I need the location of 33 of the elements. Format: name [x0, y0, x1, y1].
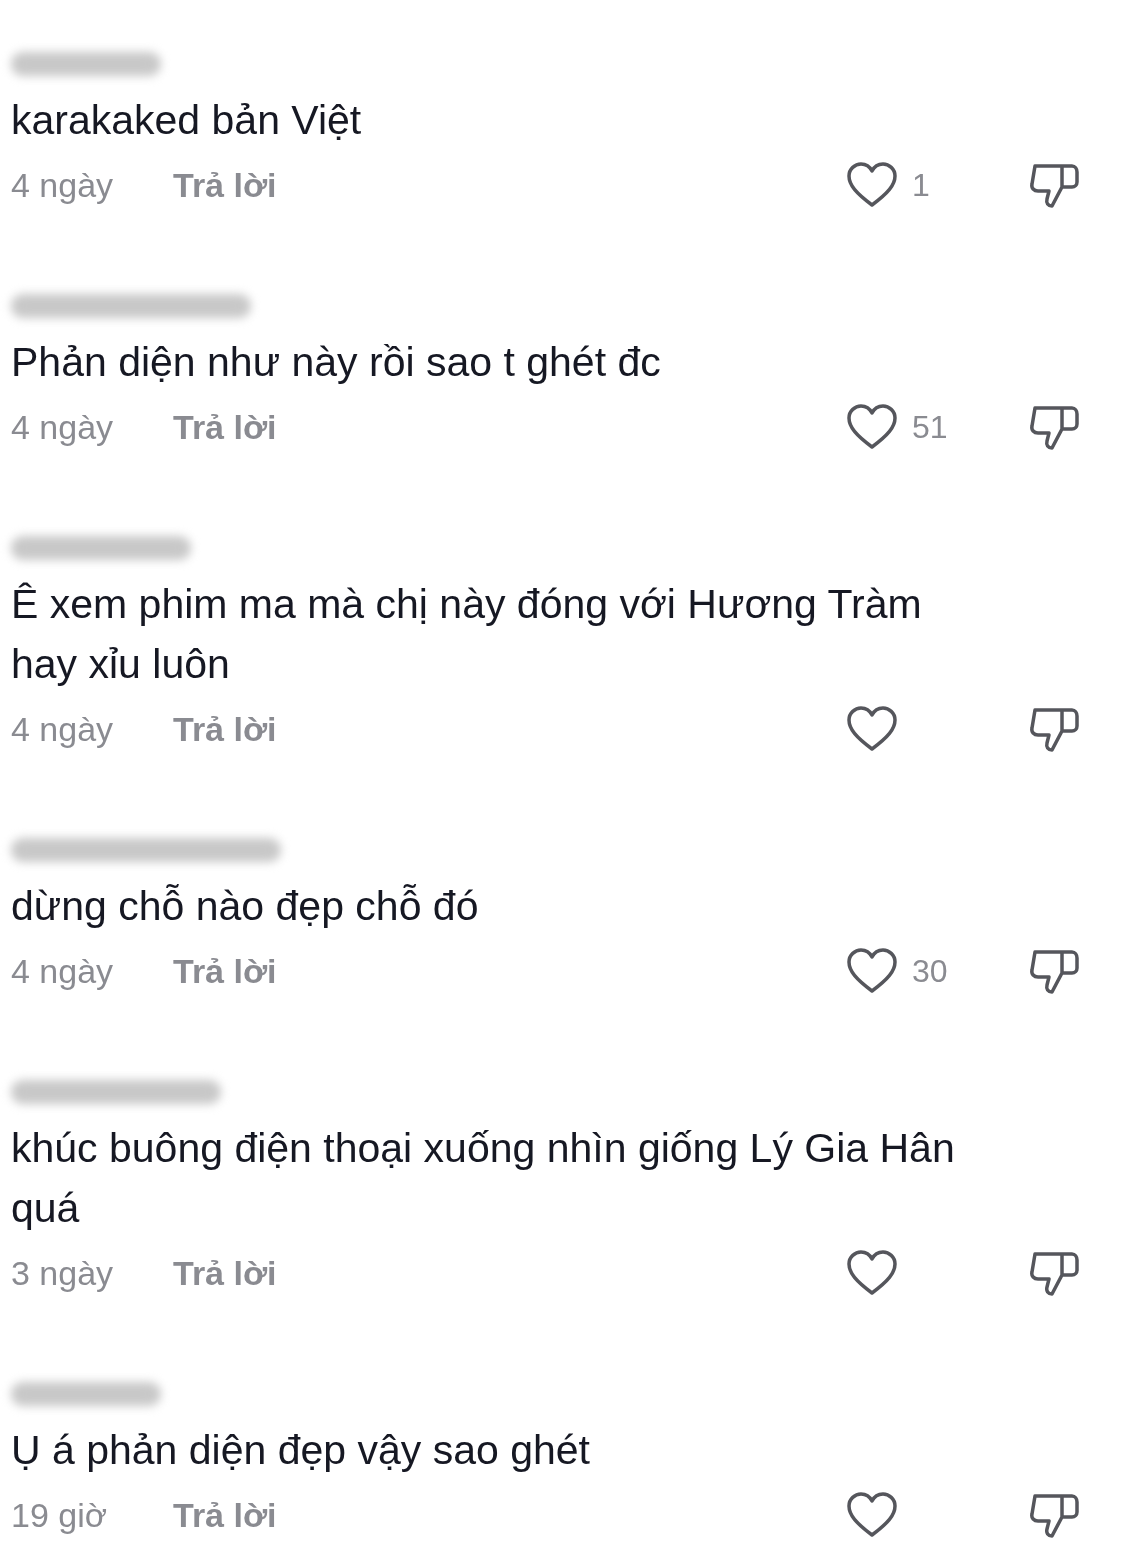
comment-text: Phản diện như này rồi sao t ghét đc — [11, 338, 662, 387]
heart-icon[interactable] — [846, 1249, 898, 1297]
thumbs-down-icon[interactable] — [1028, 1249, 1080, 1297]
heart-icon[interactable] — [846, 947, 898, 995]
thumbs-down-icon[interactable] — [1028, 161, 1080, 209]
heart-icon[interactable] — [846, 161, 898, 209]
comment-time: 19 giờ — [11, 1494, 109, 1536]
like-count: 30 — [912, 952, 948, 991]
reply-button[interactable]: Trả lời — [173, 401, 277, 453]
comment-text: khúc buông điện thoại xuống nhìn giống Lý Gia Hân quá — [11, 1124, 956, 1233]
like-count: 51 — [912, 408, 948, 447]
thumbs-down-icon[interactable] — [1028, 403, 1080, 451]
reply-button[interactable]: Trả lời — [173, 945, 277, 997]
comment-time: 4 ngày — [11, 164, 115, 206]
like-count: 1 — [912, 166, 930, 205]
comment-time: 3 ngày — [11, 1252, 115, 1294]
heart-icon[interactable] — [846, 705, 898, 753]
comment-text: karakaked bản Việt — [11, 96, 363, 145]
heart-icon[interactable] — [846, 403, 898, 451]
comment-text: dừng chỗ nào đẹp chỗ đó — [11, 882, 480, 931]
comment-time: 4 ngày — [11, 950, 115, 992]
thumbs-down-icon[interactable] — [1028, 947, 1080, 995]
comment-text: Ê xem phim ma mà chị này đóng với Hương Tràm hay xỉu luôn — [11, 580, 923, 689]
comment-text: Ụ á phản diện đẹp vậy sao ghét — [11, 1426, 591, 1475]
reply-button[interactable]: Trả lời — [173, 159, 277, 211]
reply-button[interactable]: Trả lời — [173, 703, 277, 755]
comment-time: 4 ngày — [11, 406, 115, 448]
comment-time: 4 ngày — [11, 708, 115, 750]
thumbs-down-icon[interactable] — [1028, 1491, 1080, 1539]
reply-button[interactable]: Trả lời — [173, 1247, 277, 1299]
reply-button[interactable]: Trả lời — [173, 1489, 277, 1541]
heart-icon[interactable] — [846, 1491, 898, 1539]
thumbs-down-icon[interactable] — [1028, 705, 1080, 753]
